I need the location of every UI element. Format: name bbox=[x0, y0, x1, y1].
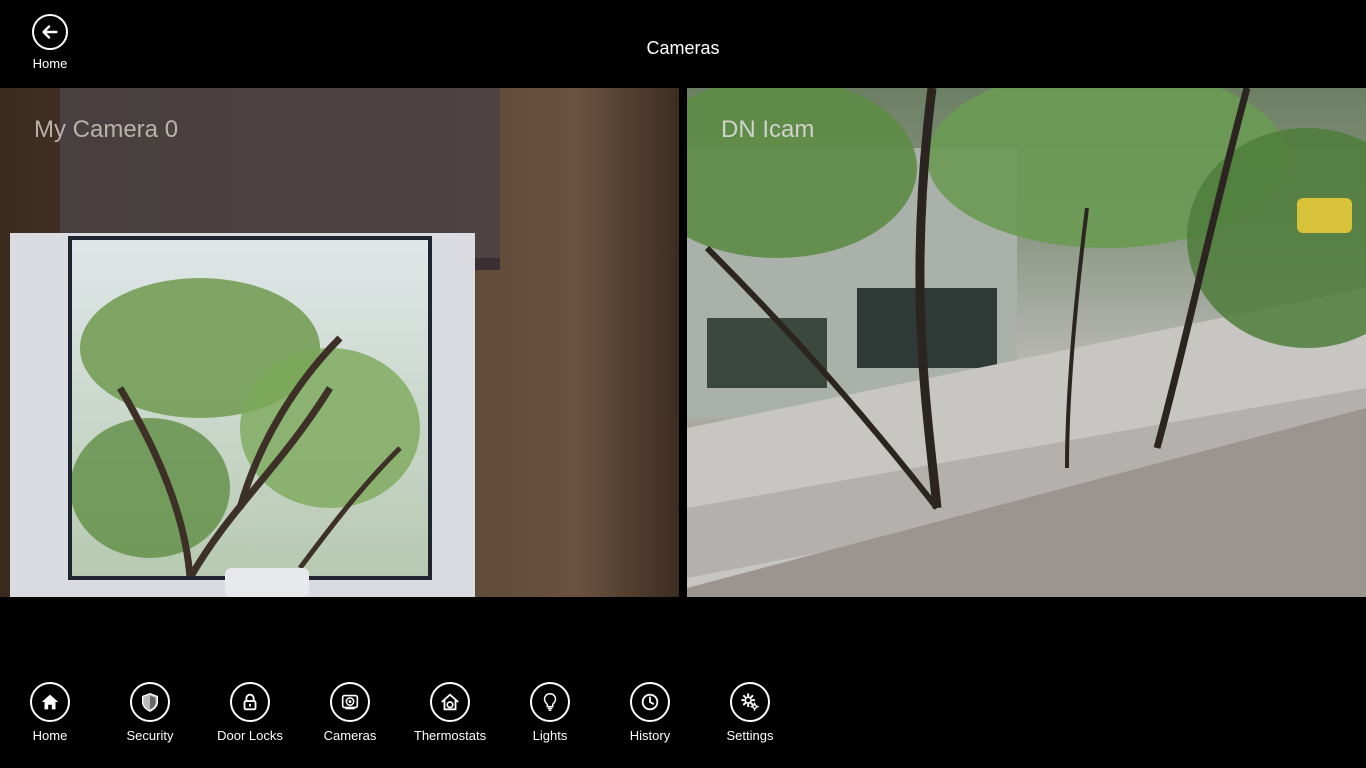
camera-icon bbox=[330, 682, 370, 722]
nav-history[interactable]: History bbox=[600, 682, 700, 743]
camera-1-image bbox=[687, 88, 1366, 597]
bottom-nav: Home Security Door Locks Cameras Thermos bbox=[0, 678, 1366, 768]
nav-home-label: Home bbox=[32, 728, 68, 743]
cameras-app: Home Cameras My Camera 0 DN Icam Home Se… bbox=[0, 0, 1366, 768]
nav-settings[interactable]: Settings bbox=[700, 682, 800, 743]
nav-settings-label: Settings bbox=[726, 728, 774, 743]
thermostat-home-icon bbox=[430, 682, 470, 722]
nav-security[interactable]: Security bbox=[100, 682, 200, 743]
nav-lights-label: Lights bbox=[532, 728, 568, 743]
camera-feed-0[interactable]: My Camera 0 bbox=[0, 88, 679, 597]
house-icon bbox=[30, 682, 70, 722]
camera-feed-1[interactable]: DN Icam bbox=[687, 88, 1366, 597]
lock-icon bbox=[230, 682, 270, 722]
nav-security-label: Security bbox=[126, 728, 174, 743]
camera-0-image bbox=[10, 88, 500, 597]
nav-lights[interactable]: Lights bbox=[500, 682, 600, 743]
clock-icon bbox=[630, 682, 670, 722]
nav-cameras-label: Cameras bbox=[323, 728, 377, 743]
lightbulb-icon bbox=[530, 682, 570, 722]
nav-door-locks[interactable]: Door Locks bbox=[200, 682, 300, 743]
nav-cameras[interactable]: Cameras bbox=[300, 682, 400, 743]
page-title: Cameras bbox=[646, 38, 720, 58]
nav-thermostats[interactable]: Thermostats bbox=[400, 682, 500, 743]
nav-history-label: History bbox=[629, 728, 671, 743]
shield-icon bbox=[130, 682, 170, 722]
nav-door-locks-label: Door Locks bbox=[217, 728, 283, 743]
nav-thermostats-label: Thermostats bbox=[413, 728, 487, 743]
gears-icon bbox=[730, 682, 770, 722]
camera-name-0: My Camera 0 bbox=[34, 116, 179, 143]
nav-home[interactable]: Home bbox=[0, 682, 100, 743]
camera-name-1: DN Icam bbox=[721, 116, 815, 143]
